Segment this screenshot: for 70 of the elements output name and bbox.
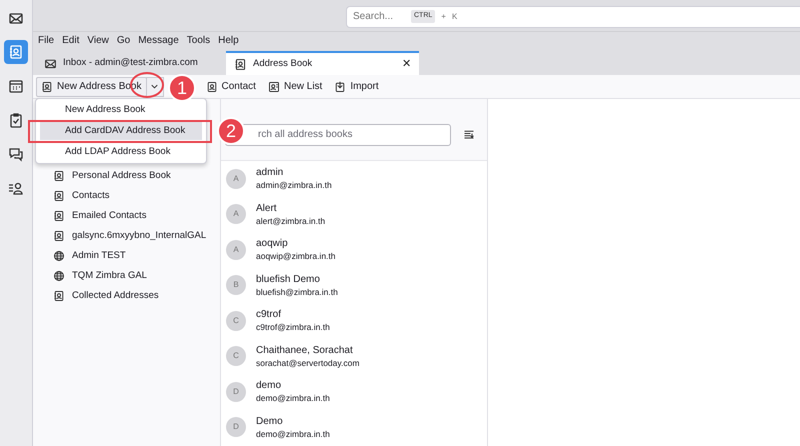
contact-name: Demo xyxy=(256,414,284,428)
tab-label: Inbox - admin@test-zimbra.com xyxy=(63,56,198,70)
contact-name: admin xyxy=(256,166,284,180)
avatar: C xyxy=(226,310,246,331)
avatar: C xyxy=(226,346,246,366)
menu-item[interactable]: Add LDAP Address Book xyxy=(40,143,202,161)
contact-email: demo@zimbra.in.th xyxy=(256,428,330,440)
menu-item[interactable]: View xyxy=(87,33,109,48)
address-book-item[interactable]: Personal Address Book xyxy=(33,166,171,186)
contact-name: c9trof xyxy=(256,308,282,322)
contact-email: aoqwip@zimbra.in.th xyxy=(256,250,336,262)
globe-icon xyxy=(53,250,65,262)
address-book-icon xyxy=(53,190,65,202)
address-book-item[interactable]: TQM Zimbra GAL xyxy=(33,266,147,286)
chat-bubbles-icon xyxy=(8,146,24,162)
contact-name: Chaithanee, Sorachat xyxy=(256,344,354,357)
contact-email: alert@zimbra.in.th xyxy=(256,214,326,227)
menu-item[interactable]: Go xyxy=(116,33,130,48)
contact-email: c9trof@zimbra.in.th xyxy=(256,321,330,334)
contact-list-icon xyxy=(8,180,24,196)
address-book-item[interactable]: Contacts xyxy=(33,186,110,206)
contact-name: Alert xyxy=(256,202,278,215)
calendar-icon xyxy=(8,78,24,94)
globe-icon xyxy=(53,270,65,282)
address-book-icon xyxy=(234,58,247,70)
tab-label: Address Book xyxy=(253,56,312,71)
tab[interactable]: Address Book ✕ xyxy=(226,51,419,75)
address-book-item[interactable]: Collected Addresses xyxy=(33,286,159,306)
import-icon xyxy=(334,80,346,92)
shortcut-key: + xyxy=(441,10,446,22)
menu-item[interactable]: Help xyxy=(218,33,239,48)
menu-item[interactable]: Add CardDAV Address Book xyxy=(40,122,202,140)
contact-email: admin@zimbra.in.th xyxy=(256,179,332,192)
contact-list-icon xyxy=(268,80,280,92)
list-filter-icon xyxy=(463,128,475,140)
address-book-icon xyxy=(8,44,24,60)
avatar: A xyxy=(226,240,246,260)
address-book-icon xyxy=(53,210,65,222)
contact-email: demo@zimbra.in.th xyxy=(256,392,330,404)
close-button[interactable]: ✕ xyxy=(402,56,411,72)
address-book-icon xyxy=(53,170,65,182)
menu-item[interactable]: File xyxy=(38,33,54,48)
address-book-icon xyxy=(41,80,53,92)
address-book-icon xyxy=(53,230,65,242)
avatar: A xyxy=(226,204,246,224)
address-book-icon xyxy=(53,290,65,302)
contact-name: aoqwip xyxy=(256,237,289,250)
shortcut-key: K xyxy=(452,10,458,22)
tab[interactable]: Inbox - admin@test-zimbra.com xyxy=(36,51,226,75)
menu-item[interactable]: New Address Book xyxy=(40,101,202,119)
contact-card-icon xyxy=(206,80,218,92)
contact-email: sorachat@servertoday.com xyxy=(256,356,360,369)
toolbar-button[interactable]: New List xyxy=(264,76,326,96)
clipboard-check-icon xyxy=(8,112,24,128)
contact-name: bluefish Demo xyxy=(256,272,321,286)
avatar: D xyxy=(226,417,246,438)
toolbar-button[interactable]: Contact xyxy=(202,76,260,96)
menu-item[interactable]: Edit xyxy=(62,33,80,48)
toolbar-button[interactable]: Import xyxy=(330,76,383,96)
address-book-item[interactable]: galsync.6mxyybno_InternalGAL xyxy=(33,226,206,246)
address-book-item[interactable]: Emailed Contacts xyxy=(33,206,146,226)
menu-item[interactable]: Message xyxy=(138,33,179,48)
avatar: D xyxy=(226,382,246,402)
envelope-icon xyxy=(44,56,57,70)
address-book-item[interactable]: Admin TEST xyxy=(33,246,126,266)
contact-name: demo xyxy=(256,379,282,392)
menu-item[interactable]: Tools xyxy=(186,33,210,48)
contact-email: bluefish@zimbra.in.th xyxy=(256,286,338,298)
avatar: B xyxy=(226,275,246,296)
avatar: A xyxy=(226,168,246,189)
